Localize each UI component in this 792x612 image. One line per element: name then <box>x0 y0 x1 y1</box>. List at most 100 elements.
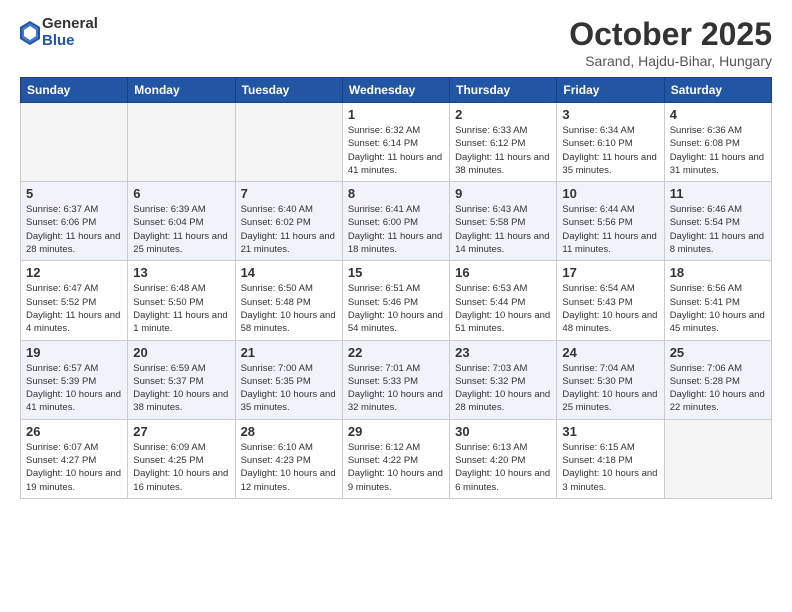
table-row: 19Sunrise: 6:57 AMSunset: 5:39 PMDayligh… <box>21 340 128 419</box>
table-row: 27 Sunrise: 6:09 AMSunset: 4:25 PMDayligh… <box>128 419 235 498</box>
day-info: Sunrise: 6:12 AMSunset: 4:22 PMDaylight:… <box>348 441 444 494</box>
table-row: 9Sunrise: 6:43 AMSunset: 5:58 PMDaylight… <box>450 182 557 261</box>
day-number: 28 <box>241 424 337 439</box>
day-number: 30 <box>455 424 551 439</box>
day-number: 31 <box>562 424 658 439</box>
header-sunday: Sunday <box>21 78 128 103</box>
day-number: 6 <box>133 186 229 201</box>
day-number: 12 <box>26 265 122 280</box>
day-number: 4 <box>670 107 766 122</box>
day-info: Sunrise: 6:15 AMSunset: 4:18 PMDaylight:… <box>562 441 658 494</box>
day-number: 14 <box>241 265 337 280</box>
calendar-subtitle: Sarand, Hajdu-Bihar, Hungary <box>569 53 772 69</box>
table-row: 12 Sunrise: 6:47 AMSunset: 5:52 PMDayligh… <box>21 261 128 340</box>
table-row: 23 Sunrise: 7:03 AMSunset: 5:32 PMDayligh… <box>450 340 557 419</box>
day-info: Sunrise: 6:46 AMSunset: 5:54 PMDaylight:… <box>670 203 766 256</box>
table-row: 3 Sunrise: 6:34 AMSunset: 6:10 PMDaylight… <box>557 103 664 182</box>
day-info: Sunrise: 6:39 AMSunset: 6:04 PMDaylight:… <box>133 203 229 256</box>
day-number: 18 <box>670 265 766 280</box>
table-row: 8Sunrise: 6:41 AMSunset: 6:00 PMDaylight… <box>342 182 449 261</box>
logo-general: General <box>42 16 98 33</box>
logo-text: General Blue <box>42 16 98 49</box>
table-row: 13 Sunrise: 6:48 AMSunset: 5:50 PMDayligh… <box>128 261 235 340</box>
day-number: 22 <box>348 345 444 360</box>
day-number: 23 <box>455 345 551 360</box>
day-info: Sunrise: 6:48 AMSunset: 5:50 PMDaylight:… <box>133 282 229 335</box>
day-info: Sunrise: 6:07 AMSunset: 4:27 PMDaylight:… <box>26 441 122 494</box>
day-info: Sunrise: 6:51 AMSunset: 5:46 PMDaylight:… <box>348 282 444 335</box>
table-row: 16 Sunrise: 6:53 AMSunset: 5:44 PMDayligh… <box>450 261 557 340</box>
logo-icon <box>20 21 40 45</box>
table-row: 28 Sunrise: 6:10 AMSunset: 4:23 PMDayligh… <box>235 419 342 498</box>
day-info: Sunrise: 6:56 AMSunset: 5:41 PMDaylight:… <box>670 282 766 335</box>
day-number: 16 <box>455 265 551 280</box>
calendar-week-row: 19Sunrise: 6:57 AMSunset: 5:39 PMDayligh… <box>21 340 772 419</box>
page: General Blue October 2025 Sarand, Hajdu-… <box>0 0 792 612</box>
table-row: 6 Sunrise: 6:39 AMSunset: 6:04 PMDaylight… <box>128 182 235 261</box>
table-row: 26 Sunrise: 6:07 AMSunset: 4:27 PMDayligh… <box>21 419 128 498</box>
day-info: Sunrise: 6:53 AMSunset: 5:44 PMDaylight:… <box>455 282 551 335</box>
table-row: 14 Sunrise: 6:50 AMSunset: 5:48 PMDayligh… <box>235 261 342 340</box>
day-number: 20 <box>133 345 229 360</box>
weekday-header-row: Sunday Monday Tuesday Wednesday Thursday… <box>21 78 772 103</box>
table-row: 5 Sunrise: 6:37 AMSunset: 6:06 PMDaylight… <box>21 182 128 261</box>
header-monday: Monday <box>128 78 235 103</box>
calendar-week-row: 5 Sunrise: 6:37 AMSunset: 6:06 PMDaylight… <box>21 182 772 261</box>
day-number: 5 <box>26 186 122 201</box>
table-row: 25 Sunrise: 7:06 AMSunset: 5:28 PMDayligh… <box>664 340 771 419</box>
day-info: Sunrise: 6:32 AMSunset: 6:14 PMDaylight:… <box>348 124 444 177</box>
day-info: Sunrise: 7:03 AMSunset: 5:32 PMDaylight:… <box>455 362 551 415</box>
day-info: Sunrise: 6:43 AMSunset: 5:58 PMDaylight:… <box>455 203 551 256</box>
calendar-table: Sunday Monday Tuesday Wednesday Thursday… <box>20 77 772 499</box>
day-number: 13 <box>133 265 229 280</box>
calendar-title: October 2025 <box>569 16 772 53</box>
day-number: 21 <box>241 345 337 360</box>
day-info: Sunrise: 7:06 AMSunset: 5:28 PMDaylight:… <box>670 362 766 415</box>
table-row: 10 Sunrise: 6:44 AMSunset: 5:56 PMDayligh… <box>557 182 664 261</box>
header-thursday: Thursday <box>450 78 557 103</box>
day-number: 25 <box>670 345 766 360</box>
table-row: 20 Sunrise: 6:59 AMSunset: 5:37 PMDayligh… <box>128 340 235 419</box>
table-row: 30Sunrise: 6:13 AMSunset: 4:20 PMDayligh… <box>450 419 557 498</box>
day-info: Sunrise: 6:37 AMSunset: 6:06 PMDaylight:… <box>26 203 122 256</box>
table-row <box>235 103 342 182</box>
day-number: 26 <box>26 424 122 439</box>
table-row: 7Sunrise: 6:40 AMSunset: 6:02 PMDaylight… <box>235 182 342 261</box>
table-row: 21 Sunrise: 7:00 AMSunset: 5:35 PMDayligh… <box>235 340 342 419</box>
header-tuesday: Tuesday <box>235 78 342 103</box>
day-number: 29 <box>348 424 444 439</box>
calendar-week-row: 12 Sunrise: 6:47 AMSunset: 5:52 PMDayligh… <box>21 261 772 340</box>
logo-blue: Blue <box>42 33 98 50</box>
table-row: 24Sunrise: 7:04 AMSunset: 5:30 PMDayligh… <box>557 340 664 419</box>
day-info: Sunrise: 6:10 AMSunset: 4:23 PMDaylight:… <box>241 441 337 494</box>
day-info: Sunrise: 6:33 AMSunset: 6:12 PMDaylight:… <box>455 124 551 177</box>
day-info: Sunrise: 6:47 AMSunset: 5:52 PMDaylight:… <box>26 282 122 335</box>
day-info: Sunrise: 6:59 AMSunset: 5:37 PMDaylight:… <box>133 362 229 415</box>
day-info: Sunrise: 6:41 AMSunset: 6:00 PMDaylight:… <box>348 203 444 256</box>
table-row: 29 Sunrise: 6:12 AMSunset: 4:22 PMDayligh… <box>342 419 449 498</box>
day-info: Sunrise: 7:00 AMSunset: 5:35 PMDaylight:… <box>241 362 337 415</box>
day-info: Sunrise: 6:34 AMSunset: 6:10 PMDaylight:… <box>562 124 658 177</box>
day-info: Sunrise: 6:54 AMSunset: 5:43 PMDaylight:… <box>562 282 658 335</box>
day-number: 24 <box>562 345 658 360</box>
table-row: 1 Sunrise: 6:32 AMSunset: 6:14 PMDaylight… <box>342 103 449 182</box>
table-row <box>128 103 235 182</box>
table-row: 18 Sunrise: 6:56 AMSunset: 5:41 PMDayligh… <box>664 261 771 340</box>
header: General Blue October 2025 Sarand, Hajdu-… <box>20 16 772 69</box>
day-number: 15 <box>348 265 444 280</box>
day-number: 3 <box>562 107 658 122</box>
day-info: Sunrise: 6:44 AMSunset: 5:56 PMDaylight:… <box>562 203 658 256</box>
title-block: October 2025 Sarand, Hajdu-Bihar, Hungar… <box>569 16 772 69</box>
day-info: Sunrise: 6:40 AMSunset: 6:02 PMDaylight:… <box>241 203 337 256</box>
header-wednesday: Wednesday <box>342 78 449 103</box>
day-number: 1 <box>348 107 444 122</box>
table-row: 15 Sunrise: 6:51 AMSunset: 5:46 PMDayligh… <box>342 261 449 340</box>
day-info: Sunrise: 6:50 AMSunset: 5:48 PMDaylight:… <box>241 282 337 335</box>
day-number: 10 <box>562 186 658 201</box>
table-row: 17Sunrise: 6:54 AMSunset: 5:43 PMDayligh… <box>557 261 664 340</box>
day-number: 11 <box>670 186 766 201</box>
header-saturday: Saturday <box>664 78 771 103</box>
day-number: 27 <box>133 424 229 439</box>
day-info: Sunrise: 6:09 AMSunset: 4:25 PMDaylight:… <box>133 441 229 494</box>
calendar-week-row: 26 Sunrise: 6:07 AMSunset: 4:27 PMDayligh… <box>21 419 772 498</box>
